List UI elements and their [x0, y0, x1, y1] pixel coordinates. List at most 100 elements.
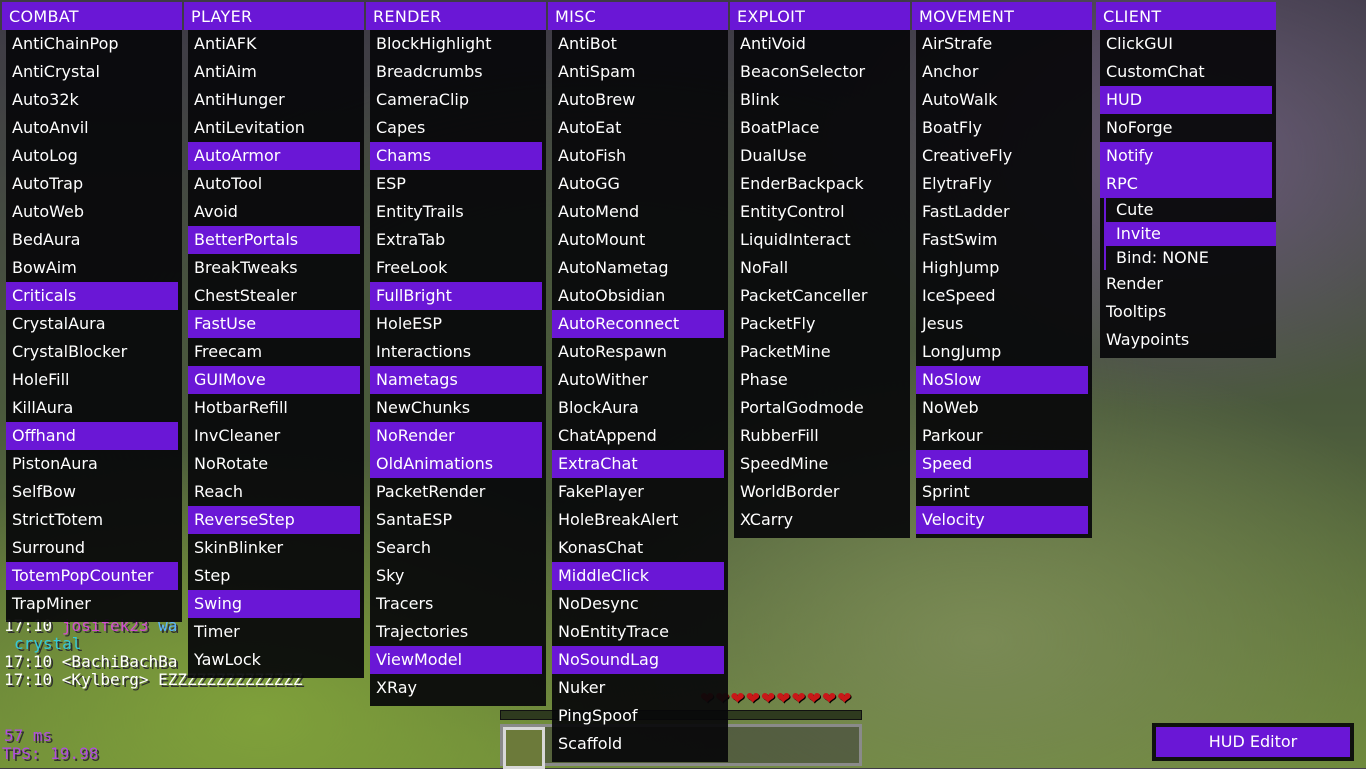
module-toggle[interactable]: LiquidInteract: [734, 226, 910, 254]
module-toggle[interactable]: AutoWeb: [6, 198, 182, 226]
module-toggle[interactable]: StrictTotem: [6, 506, 182, 534]
module-toggle[interactable]: Breadcrumbs: [370, 58, 546, 86]
module-toggle[interactable]: AutoLog: [6, 142, 182, 170]
module-toggle[interactable]: Surround: [6, 534, 182, 562]
module-toggle[interactable]: AutoReconnect: [552, 310, 724, 338]
module-toggle[interactable]: PingSpoof: [552, 702, 728, 730]
module-toggle[interactable]: AutoObsidian: [552, 282, 728, 310]
module-toggle[interactable]: AntiAim: [188, 58, 364, 86]
module-toggle[interactable]: BedAura: [6, 226, 182, 254]
module-toggle[interactable]: FakePlayer: [552, 478, 728, 506]
module-toggle[interactable]: ClickGUI: [1100, 30, 1276, 58]
hud-editor-button[interactable]: HUD Editor: [1156, 727, 1350, 757]
module-toggle[interactable]: BoatPlace: [734, 114, 910, 142]
module-toggle[interactable]: Reach: [188, 478, 364, 506]
module-toggle[interactable]: RPC: [1100, 170, 1272, 198]
module-toggle[interactable]: MiddleClick: [552, 562, 724, 590]
module-toggle[interactable]: Notify: [1100, 142, 1272, 170]
module-toggle[interactable]: BoatFly: [916, 114, 1092, 142]
module-toggle[interactable]: DualUse: [734, 142, 910, 170]
module-toggle[interactable]: CameraClip: [370, 86, 546, 114]
module-toggle[interactable]: IceSpeed: [916, 282, 1092, 310]
module-toggle[interactable]: ReverseStep: [188, 506, 360, 534]
module-toggle[interactable]: HighJump: [916, 254, 1092, 282]
module-toggle[interactable]: NoRotate: [188, 450, 364, 478]
module-toggle[interactable]: NoWeb: [916, 394, 1092, 422]
module-toggle[interactable]: ElytraFly: [916, 170, 1092, 198]
module-toggle[interactable]: AutoWalk: [916, 86, 1092, 114]
module-toggle[interactable]: BeaconSelector: [734, 58, 910, 86]
module-toggle[interactable]: Capes: [370, 114, 546, 142]
module-toggle[interactable]: TrapMiner: [6, 590, 182, 618]
module-toggle[interactable]: SantaESP: [370, 506, 546, 534]
module-toggle[interactable]: WorldBorder: [734, 478, 910, 506]
module-toggle[interactable]: KillAura: [6, 394, 182, 422]
module-toggle[interactable]: NoDesync: [552, 590, 728, 618]
module-toggle[interactable]: ViewModel: [370, 646, 542, 674]
module-toggle[interactable]: AutoArmor: [188, 142, 360, 170]
module-toggle[interactable]: GUIMove: [188, 366, 360, 394]
module-toggle[interactable]: Phase: [734, 366, 910, 394]
module-toggle[interactable]: PortalGodmode: [734, 394, 910, 422]
module-toggle[interactable]: YawLock: [188, 646, 364, 674]
module-toggle[interactable]: InvCleaner: [188, 422, 364, 450]
module-toggle[interactable]: AntiVoid: [734, 30, 910, 58]
module-toggle[interactable]: Render: [1100, 270, 1276, 298]
module-toggle[interactable]: FastSwim: [916, 226, 1092, 254]
module-toggle[interactable]: PacketRender: [370, 478, 546, 506]
category-header[interactable]: MOVEMENT: [912, 2, 1092, 30]
module-toggle[interactable]: EnderBackpack: [734, 170, 910, 198]
module-toggle[interactable]: CustomChat: [1100, 58, 1276, 86]
module-toggle[interactable]: FullBright: [370, 282, 542, 310]
module-toggle[interactable]: ExtraTab: [370, 226, 546, 254]
module-toggle[interactable]: SkinBlinker: [188, 534, 364, 562]
module-toggle[interactable]: AutoTool: [188, 170, 364, 198]
module-toggle[interactable]: Interactions: [370, 338, 546, 366]
module-toggle[interactable]: NewChunks: [370, 394, 546, 422]
module-toggle[interactable]: AirStrafe: [916, 30, 1092, 58]
module-toggle[interactable]: Anchor: [916, 58, 1092, 86]
module-toggle[interactable]: Nuker: [552, 674, 728, 702]
module-toggle[interactable]: AutoMend: [552, 198, 728, 226]
module-toggle[interactable]: AntiLevitation: [188, 114, 364, 142]
module-toggle[interactable]: Tracers: [370, 590, 546, 618]
module-toggle[interactable]: NoRender: [370, 422, 542, 450]
module-setting[interactable]: Cute: [1104, 198, 1276, 222]
module-toggle[interactable]: Avoid: [188, 198, 364, 226]
module-toggle[interactable]: Velocity: [916, 506, 1088, 534]
module-toggle[interactable]: Timer: [188, 618, 364, 646]
module-toggle[interactable]: AutoTrap: [6, 170, 182, 198]
module-toggle[interactable]: LongJump: [916, 338, 1092, 366]
module-toggle[interactable]: CrystalBlocker: [6, 338, 182, 366]
module-toggle[interactable]: ChestStealer: [188, 282, 364, 310]
module-toggle[interactable]: HoleESP: [370, 310, 546, 338]
module-toggle[interactable]: Parkour: [916, 422, 1092, 450]
module-toggle[interactable]: NoSoundLag: [552, 646, 724, 674]
module-toggle[interactable]: AntiCrystal: [6, 58, 182, 86]
module-toggle[interactable]: NoSlow: [916, 366, 1088, 394]
category-header[interactable]: CLIENT: [1096, 2, 1276, 30]
category-header[interactable]: RENDER: [366, 2, 546, 30]
module-toggle[interactable]: AutoGG: [552, 170, 728, 198]
module-setting[interactable]: Bind: NONE: [1104, 246, 1276, 270]
module-toggle[interactable]: Offhand: [6, 422, 178, 450]
module-toggle[interactable]: AntiAFK: [188, 30, 364, 58]
module-toggle[interactable]: ChatAppend: [552, 422, 728, 450]
module-toggle[interactable]: SelfBow: [6, 478, 182, 506]
module-toggle[interactable]: HotbarRefill: [188, 394, 364, 422]
module-toggle[interactable]: BetterPortals: [188, 226, 360, 254]
module-toggle[interactable]: Sky: [370, 562, 546, 590]
module-toggle[interactable]: Swing: [188, 590, 360, 618]
module-toggle[interactable]: HUD: [1100, 86, 1272, 114]
category-header[interactable]: COMBAT: [2, 2, 182, 30]
module-toggle[interactable]: AntiSpam: [552, 58, 728, 86]
module-toggle[interactable]: AntiHunger: [188, 86, 364, 114]
module-toggle[interactable]: AutoAnvil: [6, 114, 182, 142]
module-toggle[interactable]: Blink: [734, 86, 910, 114]
module-toggle[interactable]: Criticals: [6, 282, 178, 310]
module-toggle[interactable]: HoleFill: [6, 366, 182, 394]
module-setting[interactable]: Invite: [1104, 222, 1276, 246]
module-toggle[interactable]: PacketMine: [734, 338, 910, 366]
module-toggle[interactable]: SpeedMine: [734, 450, 910, 478]
module-toggle[interactable]: Chams: [370, 142, 542, 170]
